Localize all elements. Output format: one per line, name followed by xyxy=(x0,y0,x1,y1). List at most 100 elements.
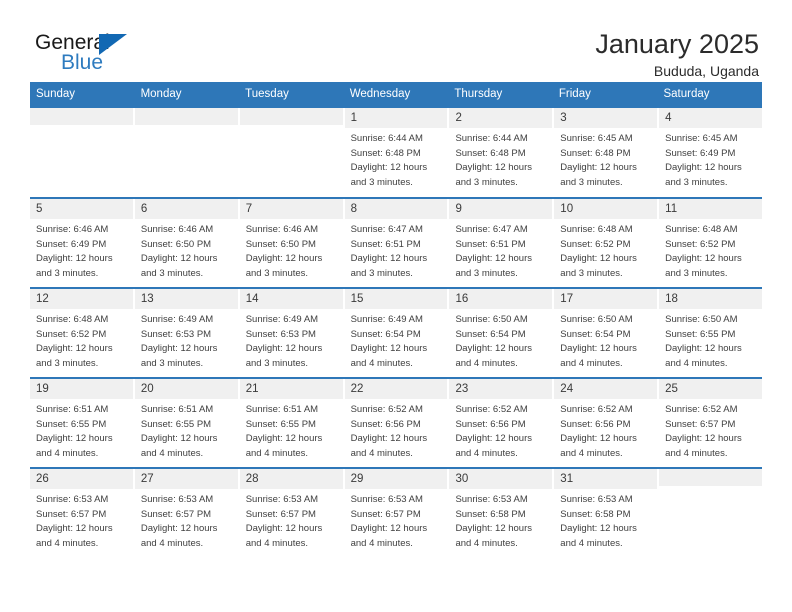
day-cell[interactable]: 29 Sunrise: 6:53 AM Sunset: 6:57 PM Dayligh… xyxy=(344,468,450,557)
day-number: 31 xyxy=(554,468,658,490)
day-details: Sunrise: 6:53 AM Sunset: 6:58 PM Daylight:… xyxy=(554,489,657,556)
day-cell[interactable]: 28 Sunrise: 6:53 AM Sunset: 6:57 PM Dayligh… xyxy=(239,468,345,557)
day-details: Sunrise: 6:48 AM Sunset: 6:52 PM Daylight:… xyxy=(659,219,762,286)
day-details: Sunrise: 6:52 AM Sunset: 6:56 PM Daylight:… xyxy=(554,399,657,466)
day-cell[interactable]: 10 Sunrise: 6:48 AM Sunset: 6:52 PM Dayligh… xyxy=(554,198,660,287)
sunset-text: Sunset: 6:57 PM xyxy=(36,508,107,520)
day-cell[interactable]: 8 Sunrise: 6:47 AM Sunset: 6:51 PM Daylight… xyxy=(344,198,450,287)
day-cell[interactable]: 27 Sunrise: 6:53 AM Sunset: 6:57 PM Dayligh… xyxy=(134,468,240,557)
daylight-text: Daylight: 12 hours and 4 minutes. xyxy=(455,433,533,459)
daylight-text: Daylight: 12 hours and 3 minutes. xyxy=(245,253,323,279)
day-cell[interactable]: 16 Sunrise: 6:50 AM Sunset: 6:54 PM Dayligh… xyxy=(449,288,555,377)
daylight-text: Daylight: 12 hours and 3 minutes. xyxy=(455,253,533,279)
day-details: Sunrise: 6:45 AM Sunset: 6:49 PM Daylight:… xyxy=(659,128,762,196)
day-details xyxy=(659,486,762,557)
day-details: Sunrise: 6:48 AM Sunset: 6:52 PM Daylight:… xyxy=(554,219,657,286)
title-block: January 2025 Bududa, Uganda xyxy=(595,30,759,80)
day-number: 8 xyxy=(344,198,448,220)
day-cell[interactable]: 26 Sunrise: 6:53 AM Sunset: 6:57 PM Dayligh… xyxy=(30,468,135,557)
week-row: 1 Sunrise: 6:44 AM Sunset: 6:48 PM Daylight… xyxy=(30,107,763,197)
day-number: 10 xyxy=(554,198,658,220)
day-number: 18 xyxy=(659,288,763,310)
day-details: Sunrise: 6:53 AM Sunset: 6:57 PM Daylight:… xyxy=(135,489,238,556)
day-details: Sunrise: 6:44 AM Sunset: 6:48 PM Daylight:… xyxy=(449,128,552,196)
day-cell[interactable]: 13 Sunrise: 6:49 AM Sunset: 6:53 PM Dayligh… xyxy=(134,288,240,377)
daylight-text: Daylight: 12 hours and 3 minutes. xyxy=(665,162,742,188)
sunrise-text: Sunrise: 6:52 AM xyxy=(455,404,528,416)
sunset-text: Sunset: 6:48 PM xyxy=(455,147,526,159)
day-cell[interactable]: 20 Sunrise: 6:51 AM Sunset: 6:55 PM Dayligh… xyxy=(134,378,240,467)
day-cell[interactable]: 2 Sunrise: 6:44 AM Sunset: 6:48 PM Daylight… xyxy=(449,107,555,197)
day-number: 17 xyxy=(554,288,658,310)
sunset-text: Sunset: 6:56 PM xyxy=(455,418,526,430)
sunset-text: Sunset: 6:55 PM xyxy=(140,418,212,430)
day-cell[interactable]: 23 Sunrise: 6:52 AM Sunset: 6:56 PM Dayligh… xyxy=(449,378,555,467)
sunset-text: Sunset: 6:58 PM xyxy=(560,508,631,520)
day-details: Sunrise: 6:46 AM Sunset: 6:49 PM Daylight:… xyxy=(30,219,133,286)
day-number: 12 xyxy=(30,288,133,310)
day-cell[interactable]: 25 Sunrise: 6:52 AM Sunset: 6:57 PM Dayligh… xyxy=(659,378,763,467)
day-cell[interactable]: 24 Sunrise: 6:52 AM Sunset: 6:56 PM Dayligh… xyxy=(554,378,660,467)
day-cell[interactable]: 18 Sunrise: 6:50 AM Sunset: 6:55 PM Dayligh… xyxy=(659,288,763,377)
sunset-text: Sunset: 6:51 PM xyxy=(350,238,421,250)
sunset-text: Sunset: 6:49 PM xyxy=(36,238,107,250)
day-cell[interactable]: 6 Sunrise: 6:46 AM Sunset: 6:50 PM Daylight… xyxy=(134,198,240,287)
daylight-text: Daylight: 12 hours and 3 minutes. xyxy=(350,162,428,188)
general-blue-logo[interactable]: General Blue xyxy=(33,30,163,78)
sunrise-text: Sunrise: 6:46 AM xyxy=(140,224,214,236)
sunrise-text: Sunrise: 6:53 AM xyxy=(350,494,423,506)
calendar-table: Sunday Monday Tuesday Wednesday Thursday Frid… xyxy=(30,82,763,557)
day-cell[interactable]: 4 Sunrise: 6:45 AM Sunset: 6:49 PM Daylight… xyxy=(659,107,763,197)
sunrise-text: Sunrise: 6:52 AM xyxy=(560,404,633,416)
day-number: 23 xyxy=(449,378,553,400)
day-details: Sunrise: 6:51 AM Sunset: 6:55 PM Daylight:… xyxy=(30,399,133,466)
sunset-text: Sunset: 6:56 PM xyxy=(350,418,421,430)
daylight-text: Daylight: 12 hours and 4 minutes. xyxy=(140,433,218,459)
weekday-header-saturday: Saturday xyxy=(663,88,710,100)
calendar-page: General Blue January 2025 Bududa, Uganda… xyxy=(0,0,792,612)
day-cell[interactable]: 3 Sunrise: 6:45 AM Sunset: 6:48 PM Daylight… xyxy=(554,107,660,197)
day-cell[interactable]: 22 Sunrise: 6:52 AM Sunset: 6:56 PM Dayligh… xyxy=(344,378,450,467)
sunset-text: Sunset: 6:49 PM xyxy=(665,147,736,159)
day-details: Sunrise: 6:45 AM Sunset: 6:48 PM Daylight:… xyxy=(554,128,657,196)
day-number: 4 xyxy=(659,107,763,129)
day-cell[interactable]: 15 Sunrise: 6:49 AM Sunset: 6:54 PM Dayligh… xyxy=(344,288,450,377)
day-cell[interactable]: 11 Sunrise: 6:48 AM Sunset: 6:52 PM Dayligh… xyxy=(659,198,763,287)
day-cell[interactable]: 1 Sunrise: 6:44 AM Sunset: 6:48 PM Daylight… xyxy=(344,107,450,197)
day-cell[interactable]: 9 Sunrise: 6:47 AM Sunset: 6:51 PM Daylight… xyxy=(449,198,555,287)
day-number xyxy=(134,107,238,125)
sunset-text: Sunset: 6:58 PM xyxy=(455,508,526,520)
sunrise-text: Sunrise: 6:50 AM xyxy=(455,314,528,326)
day-number: 11 xyxy=(659,198,763,220)
day-number: 22 xyxy=(344,378,448,400)
day-cell-empty xyxy=(134,107,240,197)
day-number: 7 xyxy=(239,198,343,220)
weekday-header-sunday: Sunday xyxy=(36,88,76,100)
day-cell[interactable]: 14 Sunrise: 6:49 AM Sunset: 6:53 PM Dayligh… xyxy=(239,288,345,377)
day-cell[interactable]: 17 Sunrise: 6:50 AM Sunset: 6:54 PM Dayligh… xyxy=(554,288,660,377)
day-cell[interactable]: 12 Sunrise: 6:48 AM Sunset: 6:52 PM Dayligh… xyxy=(30,288,135,377)
day-cell[interactable]: 19 Sunrise: 6:51 AM Sunset: 6:55 PM Dayligh… xyxy=(30,378,135,467)
day-number: 30 xyxy=(449,468,553,490)
day-details: Sunrise: 6:49 AM Sunset: 6:53 PM Daylight:… xyxy=(135,309,238,376)
day-number: 14 xyxy=(239,288,343,310)
day-number: 27 xyxy=(134,468,238,490)
day-details: Sunrise: 6:52 AM Sunset: 6:56 PM Daylight:… xyxy=(449,399,552,466)
sunrise-text: Sunrise: 6:50 AM xyxy=(560,314,633,326)
day-details: Sunrise: 6:46 AM Sunset: 6:50 PM Daylight:… xyxy=(240,219,343,286)
day-number: 9 xyxy=(449,198,553,220)
day-cell[interactable]: 21 Sunrise: 6:51 AM Sunset: 6:55 PM Dayligh… xyxy=(239,378,345,467)
day-cell[interactable]: 5 Sunrise: 6:46 AM Sunset: 6:49 PM Daylight… xyxy=(30,198,135,287)
daylight-text: Daylight: 12 hours and 4 minutes. xyxy=(36,523,113,549)
day-cell[interactable]: 30 Sunrise: 6:53 AM Sunset: 6:58 PM Dayligh… xyxy=(449,468,555,557)
day-details xyxy=(240,125,343,197)
daylight-text: Daylight: 12 hours and 4 minutes. xyxy=(665,433,742,459)
day-cell[interactable]: 31 Sunrise: 6:53 AM Sunset: 6:58 PM Dayligh… xyxy=(554,468,660,557)
day-details xyxy=(135,125,238,197)
daylight-text: Daylight: 12 hours and 4 minutes. xyxy=(455,523,533,549)
day-details: Sunrise: 6:50 AM Sunset: 6:54 PM Daylight:… xyxy=(554,309,657,376)
sunset-text: Sunset: 6:55 PM xyxy=(665,328,736,340)
daylight-text: Daylight: 12 hours and 3 minutes. xyxy=(560,162,637,188)
day-details: Sunrise: 6:49 AM Sunset: 6:53 PM Daylight:… xyxy=(240,309,343,376)
day-cell[interactable]: 7 Sunrise: 6:46 AM Sunset: 6:50 PM Daylight… xyxy=(239,198,345,287)
